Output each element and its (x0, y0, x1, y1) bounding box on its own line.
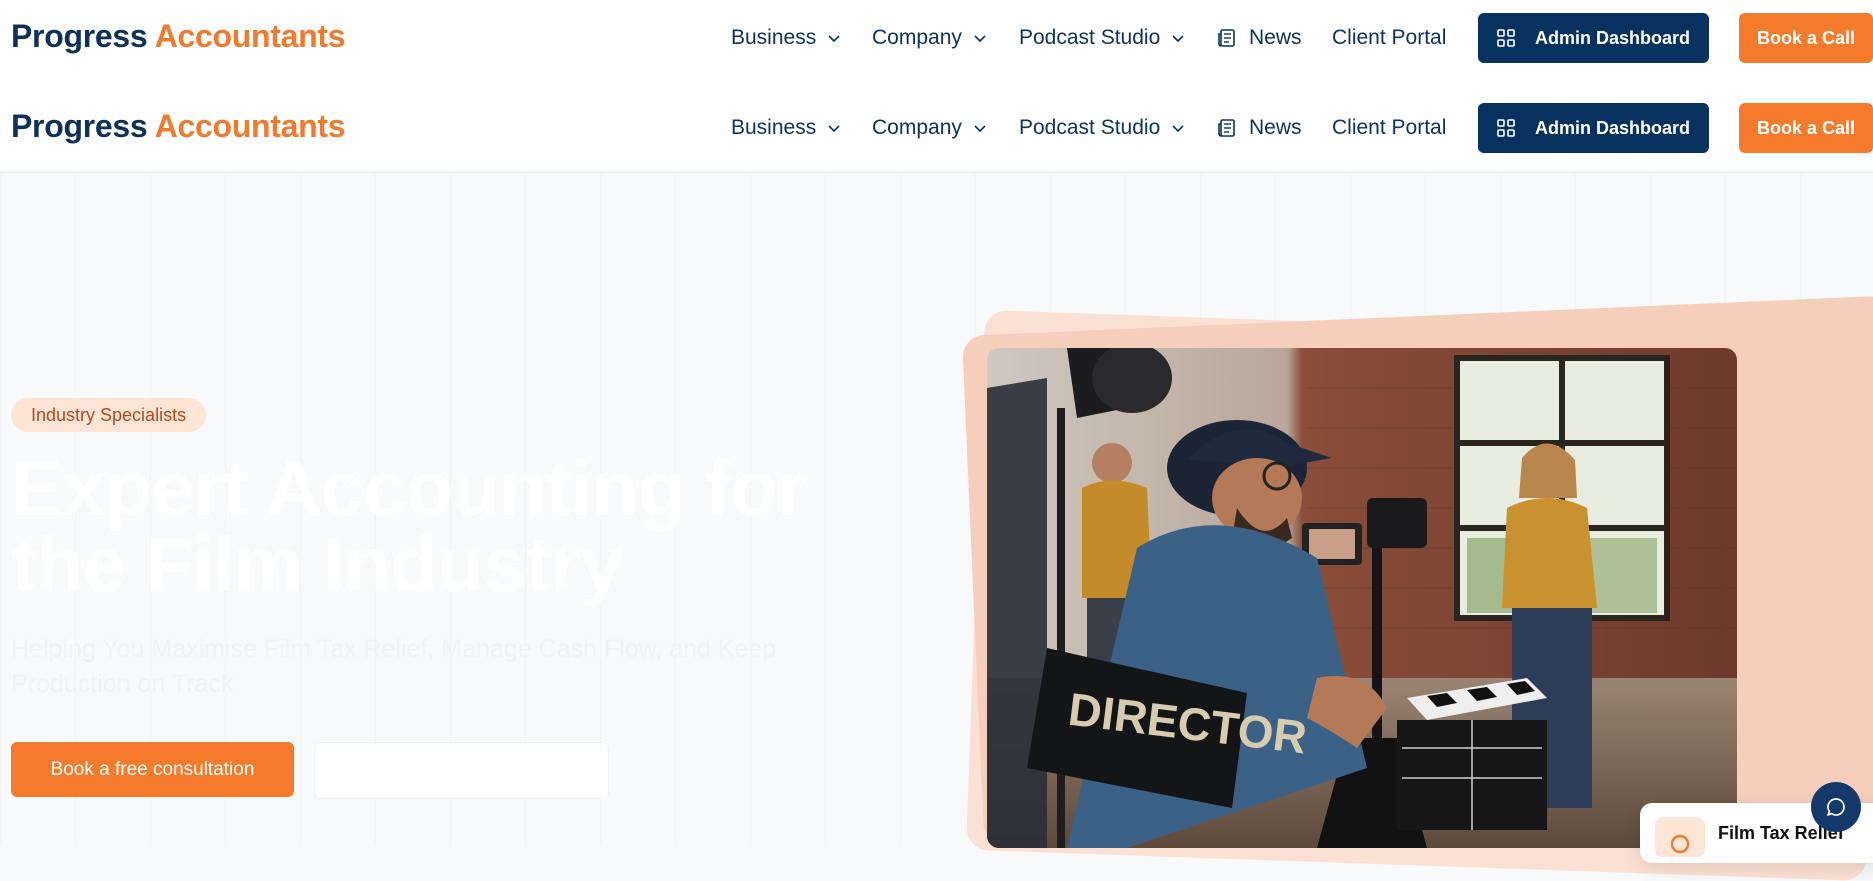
hero-headline: Expert Accounting for the Film Industry (11, 444, 807, 608)
hero-photo: DIRECTOR (987, 348, 1737, 848)
nav-company-label: Company (872, 116, 962, 139)
nav-news[interactable]: News (1217, 116, 1302, 140)
nav-business-label: Business (731, 116, 817, 139)
admin-dashboard-button[interactable]: Admin Dashboard (1478, 13, 1709, 63)
nav-company[interactable]: Company (872, 26, 988, 50)
sticky-header: Progress Accountants Business Company Po… (0, 84, 1873, 173)
brand-logo-part1: Progress (11, 18, 148, 54)
newspaper-icon (1218, 119, 1235, 137)
book-call-button[interactable]: Book a Call (1739, 103, 1873, 153)
nav-company-label: Company (872, 26, 962, 49)
secondary-cta-button[interactable] (314, 742, 609, 799)
industry-badge: Industry Specialists (11, 398, 207, 432)
chevron-down-icon (1172, 125, 1184, 133)
chat-button[interactable] (1811, 782, 1861, 832)
hero-subheadline: Helping You Maximise Film Tax Relief, Ma… (11, 635, 777, 698)
nav-news[interactable]: News (1217, 26, 1302, 50)
brand-logo-part1: Progress (11, 108, 148, 144)
book-consultation-label: Book a free consultation (50, 758, 255, 780)
nav-business-label: Business (731, 26, 817, 49)
brand-logo-part2: Accountants (154, 108, 346, 144)
book-call-button[interactable]: Book a Call (1739, 13, 1873, 63)
nav-podcast-studio[interactable]: Podcast Studio (1019, 26, 1186, 50)
admin-dashboard-label: Admin Dashboard (1534, 27, 1690, 48)
nav-client-portal[interactable]: Client Portal (1332, 26, 1446, 50)
book-call-label: Book a Call (1756, 117, 1856, 138)
nav-news-label: News (1249, 116, 1302, 139)
chevron-down-icon (1172, 35, 1184, 43)
grid-icon (1497, 29, 1515, 47)
brand-logo[interactable]: Progress Accountants (11, 18, 346, 55)
chat-bubble-icon (1827, 798, 1845, 816)
nav-podcast-studio-label: Podcast Studio (1019, 26, 1161, 49)
grid-icon (1497, 119, 1515, 137)
nav-business[interactable]: Business (731, 116, 842, 140)
chevron-down-icon (828, 35, 840, 43)
chevron-down-icon (828, 125, 840, 133)
newspaper-icon (1218, 29, 1235, 47)
nav-client-portal[interactable]: Client Portal (1332, 116, 1446, 140)
circle-icon (1655, 817, 1705, 857)
nav-news-label: News (1249, 26, 1302, 49)
nav-podcast-studio[interactable]: Podcast Studio (1019, 116, 1186, 140)
nav-podcast-studio-label: Podcast Studio (1019, 116, 1161, 139)
chevron-down-icon (974, 35, 986, 43)
nav-business[interactable]: Business (731, 26, 842, 50)
nav-client-portal-label: Client Portal (1332, 116, 1447, 139)
nav-client-portal-label: Client Portal (1332, 26, 1447, 49)
admin-dashboard-label: Admin Dashboard (1534, 117, 1690, 138)
brand-logo[interactable]: Progress Accountants (11, 108, 346, 145)
book-call-label: Book a Call (1756, 27, 1856, 48)
book-consultation-button[interactable]: Book a free consultation (11, 742, 294, 797)
chevron-down-icon (974, 125, 986, 133)
admin-dashboard-button[interactable]: Admin Dashboard (1478, 103, 1709, 153)
brand-logo-part2: Accountants (154, 18, 346, 54)
site-header: Progress Accountants Business Company Po… (0, 0, 1873, 88)
nav-company[interactable]: Company (872, 116, 988, 140)
